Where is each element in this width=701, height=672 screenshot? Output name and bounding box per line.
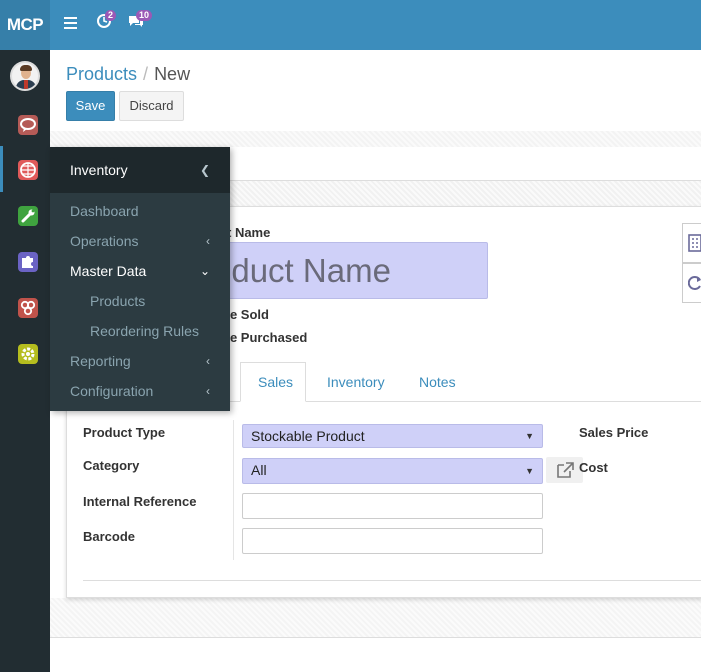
sheet-background-bottom — [50, 598, 701, 638]
internal-reference-input[interactable] — [242, 493, 543, 519]
settings-app-button[interactable] — [18, 344, 38, 364]
internal-reference-label: Internal Reference — [83, 494, 197, 509]
active-app-marker — [0, 146, 3, 192]
tab-sales[interactable]: Sales — [258, 374, 293, 390]
product-name-label: t Name — [227, 225, 271, 240]
app-sidebar — [0, 50, 50, 672]
building-icon — [688, 234, 701, 252]
menu-title: Inventory — [70, 162, 128, 178]
discard-button[interactable]: Discard — [119, 91, 184, 121]
sales-price-label: Sales Price — [579, 425, 649, 440]
chevron-down-icon: ⌄ — [199, 264, 210, 278]
breadcrumb-products-link[interactable]: Products — [66, 64, 137, 84]
product-name-input[interactable]: oduct Name — [218, 242, 488, 299]
user-avatar[interactable] — [10, 61, 40, 91]
activity-count-badge: 2 — [105, 10, 117, 21]
product-name-placeholder: oduct Name — [218, 252, 391, 289]
wrench-icon — [21, 209, 35, 223]
menu-item-dashboard[interactable]: Dashboard — [50, 196, 230, 226]
product-type-select[interactable]: Stockable Product ▼ — [242, 424, 543, 448]
messages-button[interactable]: 10 — [128, 10, 153, 29]
menu-item-label: Products — [90, 293, 146, 309]
chevron-left-icon: ❮ — [199, 163, 210, 177]
menu-item-master-data[interactable]: Master Data ⌄ — [50, 256, 230, 286]
inventory-app-menu: Inventory ❮ Dashboard Operations ‹ Master… — [50, 147, 230, 411]
menu-item-reordering-rules[interactable]: Reordering Rules — [50, 316, 230, 346]
integrations-app-button[interactable] — [18, 298, 38, 318]
category-external-link-button[interactable] — [546, 457, 583, 483]
form-separator — [83, 580, 701, 581]
smart-button-replenish[interactable] — [682, 263, 701, 303]
can-be-purchased-label[interactable]: be Purchased — [222, 330, 307, 345]
status-bar-area — [50, 131, 701, 147]
tab-notes[interactable]: Notes — [419, 374, 456, 390]
inventory-app-button[interactable] — [18, 160, 38, 180]
product-type-value: Stockable Product — [251, 428, 365, 444]
chevron-left-icon: ‹ — [206, 384, 210, 398]
product-type-label: Product Type — [83, 425, 166, 440]
chevron-left-icon: ‹ — [206, 354, 210, 368]
breadcrumb-separator: / — [143, 64, 149, 84]
menu-item-label: Reporting — [70, 353, 131, 369]
hamburger-icon[interactable] — [64, 17, 77, 29]
barcode-label: Barcode — [83, 529, 136, 544]
menu-item-operations[interactable]: Operations ‹ — [50, 226, 230, 256]
chevron-left-icon: ‹ — [206, 234, 210, 248]
activity-button[interactable]: 2 — [97, 10, 117, 29]
breadcrumb: Products / New — [66, 64, 190, 85]
connections-icon — [20, 300, 36, 316]
menu-item-configuration[interactable]: Configuration ‹ — [50, 376, 230, 406]
tab-inventory[interactable]: Inventory — [327, 374, 385, 390]
menu-item-reporting[interactable]: Reporting ‹ — [50, 346, 230, 376]
chat-bubble-icon — [20, 118, 36, 132]
menu-item-label: Configuration — [70, 383, 154, 399]
save-button[interactable]: Save — [66, 91, 115, 121]
category-select[interactable]: All ▼ — [242, 458, 543, 484]
barcode-input[interactable] — [242, 528, 543, 554]
menu-item-label: Master Data — [70, 263, 147, 279]
app-logo[interactable]: MCP — [0, 0, 50, 50]
menu-item-label: Dashboard — [70, 203, 139, 219]
category-label: Category — [83, 458, 140, 473]
puzzle-icon — [22, 256, 33, 268]
globe-icon — [20, 162, 36, 178]
top-navbar: MCP 2 10 — [0, 0, 701, 50]
menu-item-products[interactable]: Products — [50, 286, 230, 316]
tools-app-button[interactable] — [18, 206, 38, 226]
category-value: All — [251, 462, 267, 478]
smart-button-pricelist[interactable] — [682, 223, 701, 263]
field-divider — [233, 420, 234, 560]
external-link-icon — [557, 462, 574, 478]
menu-item-label: Reordering Rules — [90, 323, 199, 339]
cost-label: Cost — [579, 460, 608, 475]
menu-header-inventory[interactable]: Inventory ❮ — [50, 147, 230, 193]
menu-item-label: Operations — [70, 233, 139, 249]
apps-app-button[interactable] — [18, 252, 38, 272]
discuss-app-button[interactable] — [18, 115, 38, 135]
caret-down-icon: ▼ — [525, 466, 534, 476]
messages-count-badge: 10 — [136, 10, 153, 21]
refresh-icon — [688, 276, 701, 290]
gear-icon — [21, 347, 35, 361]
breadcrumb-current: New — [154, 64, 191, 84]
dropdown-arrow-icon: ▼ — [525, 431, 534, 441]
